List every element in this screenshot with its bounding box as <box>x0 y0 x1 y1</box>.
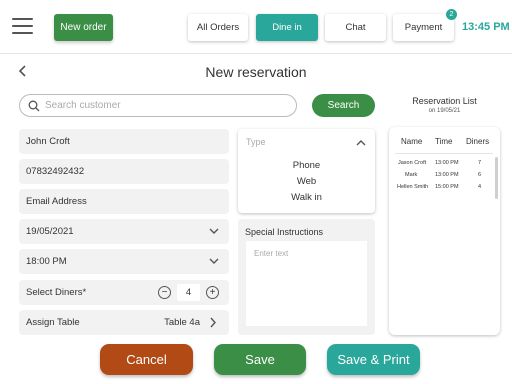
diners-stepper: − 4 + <box>158 284 219 301</box>
reservation-list-panel: Name Time Diners Jason Croft 13:00 PM 7 … <box>389 127 500 335</box>
row-diners: 7 <box>478 160 482 166</box>
phone-field[interactable]: 07832492432 <box>19 159 229 184</box>
column-header-name: Name <box>401 137 423 146</box>
assign-table-row[interactable]: Assign Table Table 4a <box>19 310 229 335</box>
diners-value[interactable]: 4 <box>177 284 200 301</box>
minus-circle-icon[interactable]: − <box>158 286 171 299</box>
top-bar: New order All Orders Dine in Chat Paymen… <box>0 0 512 54</box>
assign-table-label: Assign Table <box>26 317 80 328</box>
tab-label: Dine in <box>272 22 302 33</box>
tab-all-orders[interactable]: All Orders <box>188 14 248 41</box>
scrollbar[interactable] <box>495 157 498 199</box>
payment-badge: 2 <box>446 9 457 20</box>
search-icon <box>28 100 40 111</box>
save-print-button[interactable]: Save & Print <box>327 344 420 375</box>
name-value: John Croft <box>26 136 70 147</box>
row-time: 13:00 PM <box>435 172 459 178</box>
time-select[interactable]: 18:00 PM <box>19 249 229 274</box>
hamburger-icon[interactable] <box>12 18 33 35</box>
page-title: New reservation <box>205 64 307 80</box>
type-option-walk-in[interactable]: Walk in <box>238 192 375 203</box>
row-diners: 4 <box>478 184 482 190</box>
name-field[interactable]: John Croft <box>19 129 229 154</box>
divider <box>395 153 493 154</box>
tab-label: All Orders <box>196 22 240 33</box>
reservation-list-title: Reservation List <box>412 96 477 106</box>
type-label: Type <box>246 137 266 147</box>
email-field[interactable]: Email Address <box>19 189 229 214</box>
search-bar <box>19 94 297 117</box>
search-button[interactable]: Search <box>312 94 375 117</box>
column-header-time: Time <box>435 137 453 146</box>
phone-value: 07832492432 <box>26 166 85 177</box>
tab-payment[interactable]: Payment 2 <box>393 9 457 41</box>
clock: 13:45 PM <box>462 21 510 33</box>
back-arrow-icon[interactable] <box>16 64 30 78</box>
tab-label: Payment <box>404 22 443 33</box>
assign-table-value: Table 4a <box>164 317 200 328</box>
date-value: 19/05/2021 <box>26 226 74 237</box>
cancel-button[interactable]: Cancel <box>100 344 193 375</box>
row-time: 15:00 PM <box>435 184 459 190</box>
special-instructions-input[interactable] <box>246 241 367 326</box>
tab-label: Chat <box>345 22 366 33</box>
special-instructions-panel: Special Instructions <box>238 219 375 335</box>
save-button[interactable]: Save <box>214 344 306 375</box>
date-select[interactable]: 19/05/2021 <box>19 219 229 244</box>
special-instructions-label: Special Instructions <box>245 227 324 237</box>
chevron-down-icon <box>209 228 219 234</box>
reservation-list-date: on 19/05/21 <box>428 108 461 114</box>
type-option-phone[interactable]: Phone <box>238 160 375 171</box>
chevron-up-icon[interactable] <box>356 139 366 146</box>
new-order-button[interactable]: New order <box>54 14 113 41</box>
tab-dine-in[interactable]: Dine in <box>256 14 318 41</box>
diners-label: Select Diners* <box>26 287 87 298</box>
row-name: Hellen Smith <box>397 184 429 190</box>
chevron-right-icon <box>210 317 216 328</box>
row-diners: 6 <box>478 172 482 178</box>
chevron-down-icon <box>209 258 219 264</box>
type-dropdown: Type Phone Web Walk in <box>238 129 375 213</box>
time-value: 18:00 PM <box>26 256 67 267</box>
tab-chat[interactable]: Chat <box>325 14 386 41</box>
diners-row: Select Diners* − 4 + <box>19 280 229 305</box>
type-option-web[interactable]: Web <box>238 176 375 187</box>
row-name: Jason Croft <box>398 160 427 166</box>
email-placeholder: Email Address <box>26 196 87 207</box>
row-name: Mark <box>405 172 418 178</box>
plus-circle-icon[interactable]: + <box>206 286 219 299</box>
column-header-diners: Diners <box>466 137 490 146</box>
row-time: 13:00 PM <box>435 160 459 166</box>
search-input[interactable] <box>45 100 275 111</box>
